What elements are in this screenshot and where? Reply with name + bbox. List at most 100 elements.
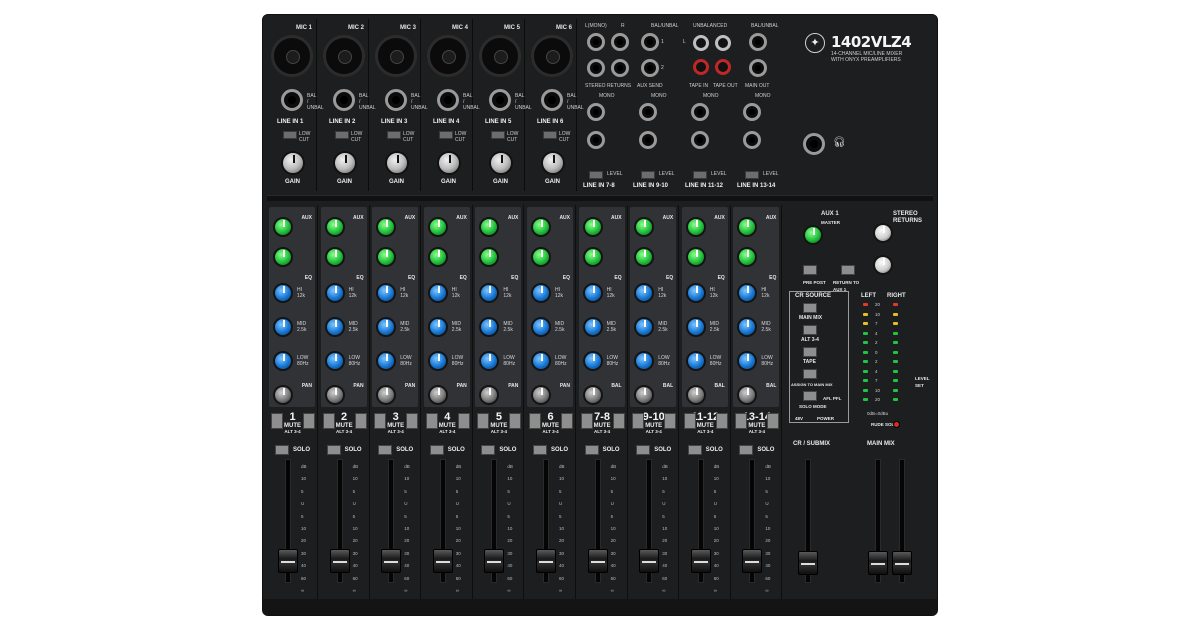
tape-in-l[interactable] [693, 35, 709, 51]
line-jack-1[interactable] [281, 89, 303, 111]
mute-button[interactable] [477, 413, 490, 429]
channel-fader[interactable] [432, 549, 453, 573]
alt-button[interactable] [664, 413, 677, 429]
line-8-jack[interactable] [587, 131, 605, 149]
level-button-9-10[interactable] [641, 171, 655, 179]
solo-button[interactable] [687, 445, 702, 455]
mute-button[interactable] [271, 413, 283, 429]
gain-knob-2[interactable] [333, 151, 357, 175]
gain-knob-6[interactable] [541, 151, 565, 175]
stereo-return-1-r[interactable] [611, 33, 629, 51]
mute-button[interactable] [683, 413, 696, 429]
line-jack-5[interactable] [489, 89, 511, 111]
pre-post-button[interactable] [803, 265, 817, 275]
xlr-input-2[interactable] [323, 35, 365, 77]
eq-mid-knob[interactable] [685, 317, 706, 337]
eq-mid-knob[interactable] [582, 317, 603, 337]
channel-fader[interactable] [381, 549, 402, 573]
cr-main-mix-button[interactable] [803, 303, 817, 313]
solo-button[interactable] [429, 445, 444, 455]
aux-2-knob[interactable] [273, 247, 293, 267]
tape-assign-button[interactable] [803, 369, 817, 379]
line-jack-6[interactable] [541, 89, 563, 111]
eq-hi-knob[interactable] [685, 283, 706, 303]
mute-button[interactable] [580, 413, 593, 429]
xlr-input-1[interactable] [271, 35, 313, 77]
solo-button[interactable] [533, 445, 547, 455]
main-out-r[interactable] [749, 59, 767, 77]
eq-mid-knob[interactable] [427, 317, 448, 337]
aux-2-knob[interactable] [427, 247, 448, 267]
pan-knob[interactable] [531, 385, 551, 405]
line-jack-3[interactable] [385, 89, 407, 111]
gain-knob-1[interactable] [281, 151, 305, 175]
xlr-input-4[interactable] [427, 35, 469, 77]
aux-send-2[interactable] [641, 59, 659, 77]
pan-knob[interactable] [427, 385, 448, 405]
eq-hi-knob[interactable] [324, 283, 345, 303]
alt-button[interactable] [303, 413, 315, 429]
channel-fader[interactable] [690, 549, 711, 573]
solo-button[interactable] [636, 445, 651, 455]
stereo-return-1-knob[interactable] [873, 223, 893, 243]
main-fader-l[interactable] [868, 551, 888, 575]
alt-button[interactable] [767, 413, 780, 429]
gain-knob-5[interactable] [489, 151, 513, 175]
alt-button[interactable] [354, 413, 367, 429]
alt-button[interactable] [406, 413, 419, 429]
solo-button[interactable] [481, 445, 496, 455]
mute-button[interactable] [425, 413, 438, 429]
tape-in-r[interactable] [693, 59, 709, 75]
low-cut-button-2[interactable] [335, 131, 349, 139]
solo-button[interactable] [275, 445, 289, 455]
cr-alt34-button[interactable] [803, 325, 817, 335]
aux-2-knob[interactable] [685, 247, 706, 267]
line-13-jack[interactable] [743, 103, 761, 121]
stereo-return-2-r[interactable] [611, 59, 629, 77]
return-to-aux-button[interactable] [841, 265, 855, 275]
solo-button[interactable] [739, 445, 754, 455]
balance-knob[interactable] [685, 385, 706, 405]
stereo-return-2-knob[interactable] [873, 255, 893, 275]
tape-out-l[interactable] [715, 35, 731, 51]
eq-low-knob[interactable] [685, 351, 706, 371]
level-button-11-12[interactable] [693, 171, 707, 179]
channel-fader[interactable] [536, 549, 556, 573]
aux-1-knob[interactable] [273, 217, 293, 237]
xlr-input-6[interactable] [531, 35, 573, 77]
channel-fader[interactable] [639, 549, 660, 573]
pan-knob[interactable] [324, 385, 345, 405]
line-jack-4[interactable] [437, 89, 459, 111]
tape-out-r[interactable] [715, 59, 731, 75]
aux1-master-knob[interactable] [803, 225, 823, 245]
aux-1-knob[interactable] [685, 217, 706, 237]
line-7-jack[interactable] [587, 103, 605, 121]
headphones-jack[interactable] [803, 133, 825, 155]
low-cut-button-5[interactable] [491, 131, 505, 139]
balance-knob[interactable] [582, 385, 603, 405]
level-button-7-8[interactable] [589, 171, 603, 179]
eq-low-knob[interactable] [531, 351, 551, 371]
eq-low-knob[interactable] [273, 351, 293, 371]
gain-knob-4[interactable] [437, 151, 461, 175]
xlr-input-5[interactable] [479, 35, 521, 77]
solo-button[interactable] [378, 445, 393, 455]
alt-button[interactable] [612, 413, 625, 429]
eq-low-knob[interactable] [427, 351, 448, 371]
solo-button[interactable] [326, 445, 341, 455]
aux-2-knob[interactable] [324, 247, 345, 267]
aux-1-knob[interactable] [324, 217, 345, 237]
low-cut-button-4[interactable] [439, 131, 453, 139]
eq-mid-knob[interactable] [324, 317, 345, 337]
level-button-13-14[interactable] [745, 171, 759, 179]
eq-mid-knob[interactable] [531, 317, 551, 337]
eq-low-knob[interactable] [324, 351, 345, 371]
main-out-l[interactable] [749, 33, 767, 51]
eq-low-knob[interactable] [582, 351, 603, 371]
channel-fader[interactable] [484, 549, 505, 573]
solo-button[interactable] [584, 445, 599, 455]
solo-mode-button[interactable] [803, 391, 817, 401]
stereo-return-1-l[interactable] [587, 33, 605, 51]
alt-button[interactable] [457, 413, 470, 429]
line-jack-2[interactable] [333, 89, 355, 111]
